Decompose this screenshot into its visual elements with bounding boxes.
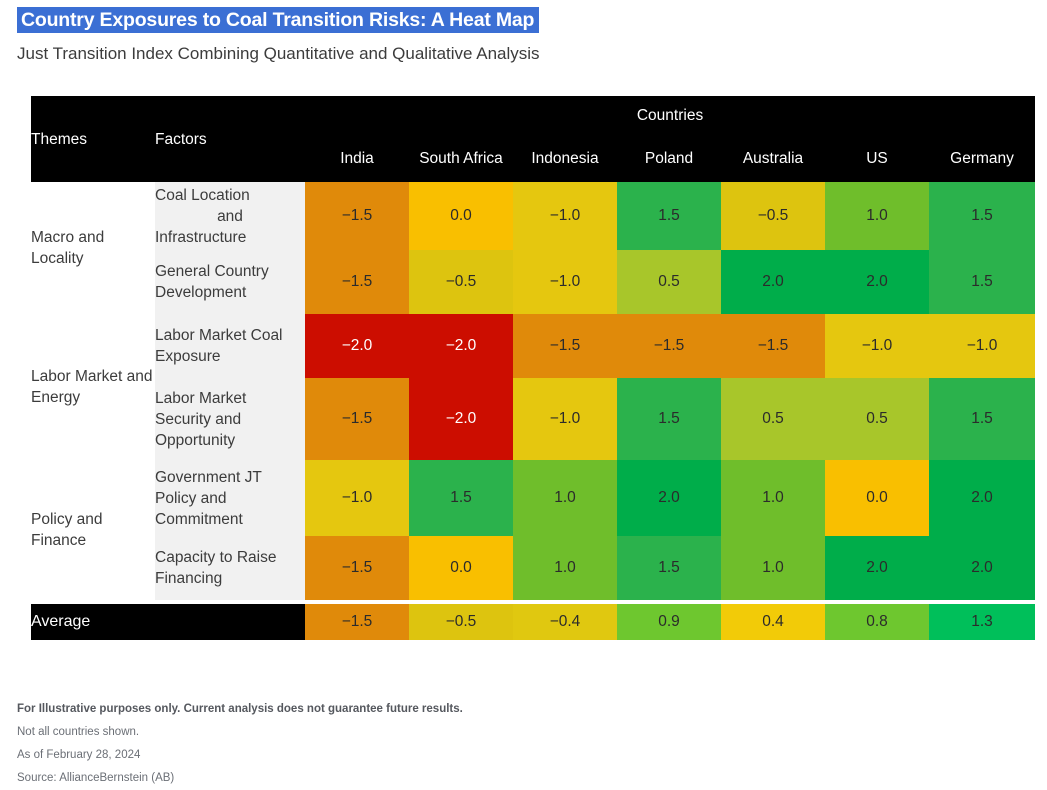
heatmap-cell: 1.0 xyxy=(513,460,617,536)
heatmap-cell: 0.0 xyxy=(825,460,929,536)
heatmap-cell: 1.0 xyxy=(825,182,929,250)
factor-label: Labor Market Coal Exposure xyxy=(155,314,305,378)
heatmap-cell: −1.5 xyxy=(305,536,409,600)
heatmap-cell: 0.5 xyxy=(721,378,825,460)
factor-label: Capacity to Raise Financing xyxy=(155,536,305,600)
heatmap-cell: −1.0 xyxy=(929,314,1036,378)
factor-label: Government JT Policy and Commitment xyxy=(155,460,305,536)
footnotes: For Illustrative purposes only. Current … xyxy=(17,698,817,790)
average-label: Average xyxy=(31,604,305,640)
heatmap-cell: 1.5 xyxy=(929,250,1036,314)
column-header-country-us: US xyxy=(825,135,929,182)
heat-map-table: Themes Factors Countries India South Afr… xyxy=(31,96,1036,640)
heatmap-cell: 1.5 xyxy=(617,378,721,460)
footnote-line: For Illustrative purposes only. Current … xyxy=(17,703,463,715)
heatmap-cell: −1.5 xyxy=(617,314,721,378)
average-cell: 0.9 xyxy=(617,604,721,640)
table-header: Themes Factors Countries India South Afr… xyxy=(31,96,1036,182)
heatmap-cell: 1.5 xyxy=(929,378,1036,460)
heatmap-cell: 0.5 xyxy=(825,378,929,460)
table-row: Policy and Finance Government JT Policy a… xyxy=(31,460,1036,600)
page-subtitle: Just Transition Index Combining Quantita… xyxy=(17,44,540,63)
heatmap-cell: 1.0 xyxy=(721,536,825,600)
heatmap-cell: −1.0 xyxy=(825,314,929,378)
heatmap-cell: −1.5 xyxy=(721,314,825,378)
average-cell: −1.5 xyxy=(305,604,409,640)
theme-label: Labor Market and Energy xyxy=(31,314,155,460)
footnote-line: Not all countries shown. xyxy=(17,726,140,738)
heatmap-cell: 2.0 xyxy=(825,536,929,600)
heatmap-cell: −1.0 xyxy=(513,182,617,250)
factor-label: Coal Location and Infrastructure xyxy=(155,182,305,250)
column-header-countries: Countries xyxy=(305,96,1036,135)
title-block: Country Exposures to Coal Transition Ris… xyxy=(17,7,540,33)
table-row: General Country Development −1.5 −0.5 −1.0 0… xyxy=(31,250,1036,314)
table-row: Labor Market Security and Opportunity −1.… xyxy=(31,378,1036,460)
column-header-country-australia: Australia xyxy=(721,135,825,182)
heatmap-cell: −0.5 xyxy=(409,250,513,314)
column-header-country-south-africa: South Africa xyxy=(409,135,513,182)
average-cell: −0.4 xyxy=(513,604,617,640)
heatmap-cell: 1.5 xyxy=(617,182,721,250)
factor-label: General Country Development xyxy=(155,250,305,314)
page-title: Country Exposures to Coal Transition Ris… xyxy=(17,7,540,33)
heatmap-cell: 0.0 xyxy=(409,182,513,250)
heatmap-cell: 1.0 xyxy=(721,460,825,536)
footnote-line: Source: AllianceBernstein (AB) xyxy=(17,772,175,784)
average-cell: 0.4 xyxy=(721,604,825,640)
heatmap-cell: −1.5 xyxy=(305,182,409,250)
average-cell: −0.5 xyxy=(409,604,513,640)
table-row: Labor Market and Energy Labor Market Coal… xyxy=(31,314,1036,460)
column-header-themes: Themes xyxy=(31,96,155,182)
heatmap-cell: 1.0 xyxy=(513,536,617,600)
table-row: Macro and Locality Coal Location and Infras… xyxy=(31,182,1036,314)
factor-label: Labor Market Security and Opportunity xyxy=(155,378,305,460)
column-header-country-poland: Poland xyxy=(617,135,721,182)
footnote-line: As of February 28, 2024 xyxy=(17,749,141,761)
average-row: Average −1.5 −0.5 −0.4 0.9 0.4 0.8 1.3 xyxy=(31,604,1036,640)
heatmap-cell: −2.0 xyxy=(305,314,409,378)
heatmap-cell: −1.5 xyxy=(513,314,617,378)
heatmap-cell: −0.5 xyxy=(721,182,825,250)
heatmap-cell: −2.0 xyxy=(409,314,513,378)
heatmap-cell: 0.5 xyxy=(617,250,721,314)
heatmap-cell: 2.0 xyxy=(929,460,1036,536)
heatmap-cell: −1.5 xyxy=(305,250,409,314)
header-row-top: Themes Factors Countries xyxy=(31,96,1036,182)
heatmap-cell: −1.0 xyxy=(513,378,617,460)
heatmap-cell: −1.5 xyxy=(305,378,409,460)
average-cell: 1.3 xyxy=(929,604,1036,640)
heatmap-cell: −1.0 xyxy=(305,460,409,536)
table-row: Capacity to Raise Financing −1.5 0.0 1.0 1.5… xyxy=(31,536,1036,600)
heatmap-cell: −2.0 xyxy=(409,378,513,460)
column-header-factors: Factors xyxy=(155,96,305,182)
heatmap-cell: 2.0 xyxy=(721,250,825,314)
column-header-country-indonesia: Indonesia xyxy=(513,135,617,182)
heatmap-cell: −1.0 xyxy=(513,250,617,314)
heatmap-cell: 2.0 xyxy=(825,250,929,314)
theme-label: Macro and Locality xyxy=(31,182,155,314)
column-header-country-germany: Germany xyxy=(929,135,1036,182)
heatmap-cell: 2.0 xyxy=(929,536,1036,600)
table-body: Macro and Locality Coal Location and Infras… xyxy=(31,182,1036,640)
heatmap-cell: 0.0 xyxy=(409,536,513,600)
heatmap-cell: 2.0 xyxy=(617,460,721,536)
heatmap-cell: 1.5 xyxy=(617,536,721,600)
average-cell: 0.8 xyxy=(825,604,929,640)
theme-label: Policy and Finance xyxy=(31,460,155,600)
column-header-country-india: India xyxy=(305,135,409,182)
heatmap-cell: 1.5 xyxy=(929,182,1036,250)
heatmap-cell: 1.5 xyxy=(409,460,513,536)
